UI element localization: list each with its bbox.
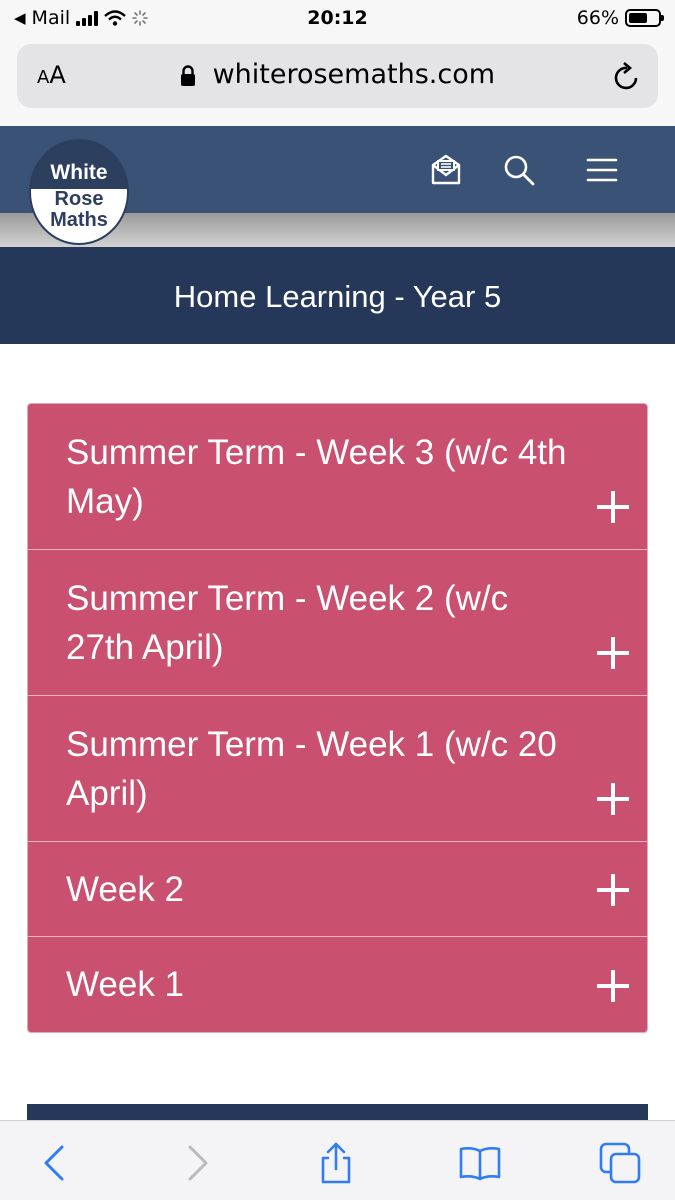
accordion-item-summer-week-2[interactable]: Summer Term - Week 2 (w/c 27th April) [28,550,647,696]
browser-chrome: AA whiterosemaths.com [0,38,675,126]
battery-icon [625,9,664,27]
accordion-item-summer-week-3[interactable]: Summer Term - Week 3 (w/c 4th May) [28,404,647,550]
weeks-accordion: Summer Term - Week 3 (w/c 4th May) Summe… [27,403,648,1033]
plus-icon[interactable] [595,489,631,525]
browser-toolbar [0,1120,675,1200]
url-text: whiterosemaths.com [212,59,496,90]
bookmarks-icon[interactable] [458,1141,502,1185]
url-display[interactable]: whiterosemaths.com [17,59,658,90]
accordion-item-label: Summer Term - Week 3 (w/c 4th May) [66,433,567,521]
accordion-item-summer-week-1[interactable]: Summer Term - Week 1 (w/c 20 April) [28,696,647,842]
accordion-item-label: Summer Term - Week 1 (w/c 20 April) [66,725,557,813]
plus-icon[interactable] [595,781,631,817]
lock-icon [180,64,195,86]
address-bar[interactable]: AA whiterosemaths.com [17,44,658,108]
mail-icon[interactable] [426,150,466,190]
accordion-item-label: Week 2 [66,870,185,909]
accordion-item-week-2[interactable]: Week 2 [28,842,647,937]
forward-icon[interactable] [174,1141,218,1185]
battery-status: 66% [576,7,664,29]
white-rose-maths-logo[interactable]: White Rose Maths [29,139,129,245]
accordion-item-label: Week 1 [66,965,185,1004]
status-bar: ◀ Mail 20:12 66% [0,0,675,38]
share-icon[interactable] [314,1141,358,1185]
page-title: Home Learning - Year 5 [173,279,502,314]
search-icon[interactable] [499,150,539,190]
menu-icon[interactable] [582,150,622,190]
back-icon[interactable] [34,1141,78,1185]
accordion-item-label: Summer Term - Week 2 (w/c 27th April) [66,579,509,667]
tabs-icon[interactable] [598,1141,642,1185]
reload-icon[interactable] [612,60,642,92]
plus-icon[interactable] [595,635,631,671]
title-band: Home Learning - Year 5 [0,247,675,344]
accordion-item-week-1[interactable]: Week 1 [28,937,647,1032]
status-time: 20:12 [307,7,368,29]
battery-percent: 66% [576,7,619,29]
plus-icon[interactable] [595,872,631,908]
plus-icon[interactable] [595,968,631,1004]
